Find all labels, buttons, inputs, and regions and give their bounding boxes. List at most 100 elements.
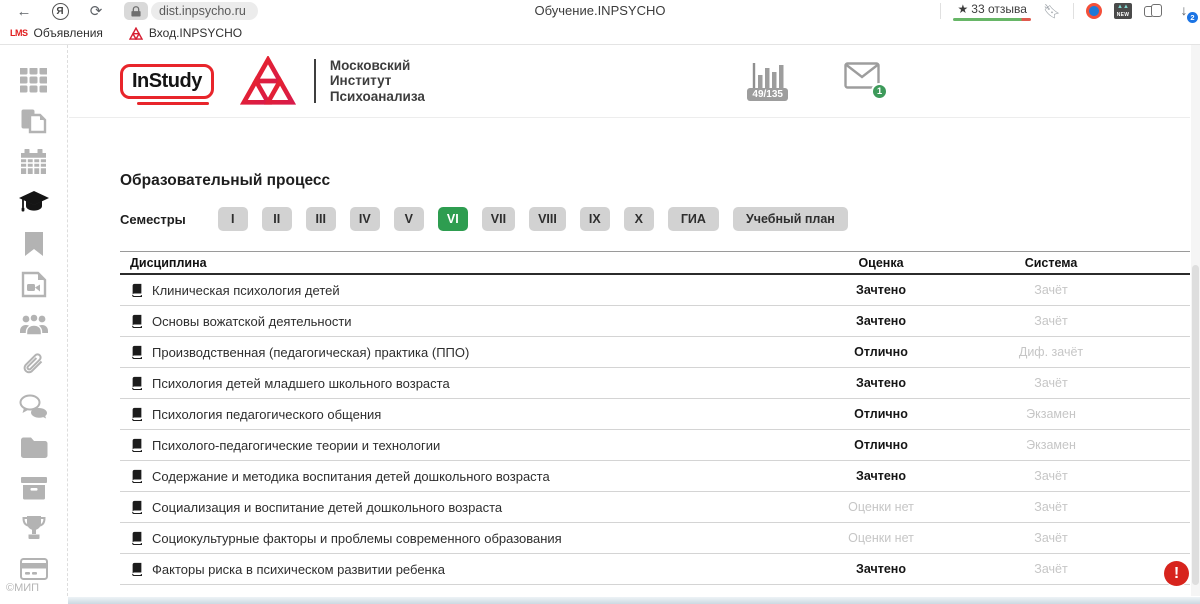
book-icon — [130, 562, 144, 576]
scrollbar-thumb[interactable] — [1192, 265, 1199, 585]
star-icon: ★ — [958, 2, 969, 16]
yandex-home-button[interactable]: Я — [49, 2, 71, 20]
table-row[interactable]: Социализация и воспитание детей дошкольн… — [120, 492, 1190, 523]
tab-semester-2[interactable]: II — [262, 207, 292, 231]
table-row[interactable]: Психология педагогического общения Отлич… — [120, 399, 1190, 430]
error-notification-badge[interactable]: ! — [1164, 561, 1189, 586]
book-icon — [130, 500, 144, 514]
mail-button[interactable]: 1 — [844, 62, 880, 94]
downloads-button[interactable]: ↓ 2 — [1174, 2, 1194, 20]
system-value: Зачёт — [956, 531, 1146, 545]
tab-semester-10[interactable]: X — [624, 207, 654, 231]
progress-stats[interactable]: 49/135 — [747, 62, 788, 101]
mail-count-badge: 1 — [871, 83, 888, 100]
tab-semester-9[interactable]: IX — [580, 207, 610, 231]
discipline-name: Факторы риска в психическом развитии реб… — [152, 562, 445, 577]
book-icon — [130, 438, 144, 452]
refresh-button[interactable]: ⟳ — [85, 2, 107, 20]
tab-semester-5[interactable]: V — [394, 207, 424, 231]
table-row[interactable]: Содержание и методика воспитания детей д… — [120, 461, 1190, 492]
table-row[interactable]: Социокультурные факторы и проблемы совре… — [120, 523, 1190, 554]
address-bar[interactable]: dist.inpsycho.ru — [124, 2, 258, 20]
tab-semester-4[interactable]: IV — [350, 207, 380, 231]
vertical-scrollbar[interactable] — [1191, 45, 1200, 596]
new-badge: NEW — [1114, 12, 1132, 18]
trophy-icon[interactable] — [18, 515, 50, 543]
grade-value: Оценки нет — [806, 531, 956, 545]
grade-value: Зачтено — [806, 469, 956, 483]
grade-value: Зачтено — [806, 376, 956, 390]
archive-icon[interactable] — [18, 474, 50, 502]
book-icon — [130, 283, 144, 297]
system-value: Зачёт — [956, 500, 1146, 514]
page-title: Образовательный процесс — [120, 172, 1190, 190]
discipline-name: Клиническая психология детей — [152, 283, 340, 298]
horizontal-scrollbar[interactable] — [68, 597, 1200, 604]
tab-semester-7[interactable]: VII — [482, 207, 515, 231]
attachment-icon[interactable] — [18, 352, 50, 380]
video-file-icon[interactable] — [18, 270, 50, 298]
system-value: Экзамен — [956, 438, 1146, 452]
tab-semester-8[interactable]: VIII — [529, 207, 566, 231]
grade-value: Зачтено — [806, 283, 956, 297]
instudy-logo[interactable]: InStudy — [120, 64, 214, 99]
tab-gia[interactable]: ГИА — [668, 207, 719, 231]
system-value: Зачёт — [956, 469, 1146, 483]
discipline-name: Основы вожатской деятельности — [152, 314, 352, 329]
reviews-count: 33 отзыва — [971, 2, 1027, 16]
bookmark-flag-icon[interactable]: 🔖︎ — [1043, 3, 1061, 20]
system-value: Зачёт — [956, 283, 1146, 297]
discipline-name: Социокультурные факторы и проблемы совре… — [152, 531, 562, 546]
extension-circle-icon[interactable] — [1086, 3, 1102, 19]
card-icon[interactable] — [18, 555, 50, 583]
bookmarks-bar: LMS Объявления Вход.INPSYCHO — [0, 22, 1200, 45]
documents-icon[interactable] — [18, 108, 50, 136]
col-grade: Оценка — [806, 256, 956, 270]
col-discipline: Дисциплина — [120, 256, 806, 270]
table-row[interactable]: Психология детей младшего школьного возр… — [120, 368, 1190, 399]
bookmark-icon[interactable] — [18, 230, 50, 258]
book-icon — [130, 314, 144, 328]
system-value: Зачёт — [956, 314, 1146, 328]
bookmark-inpsycho[interactable]: Вход.INPSYCHO — [129, 26, 242, 40]
table-row[interactable]: Основы вожатской деятельности Зачтено За… — [120, 306, 1190, 337]
chat-icon[interactable] — [18, 393, 50, 421]
tab-semester-1[interactable]: I — [218, 207, 248, 231]
folder-icon[interactable] — [18, 433, 50, 461]
tab-semester-3[interactable]: III — [306, 207, 336, 231]
tab-semester-6[interactable]: VI — [438, 207, 468, 231]
table-row[interactable]: Факторы риска в психическом развитии реб… — [120, 554, 1190, 585]
mip-favicon — [129, 27, 143, 40]
system-value: Экзамен — [956, 407, 1146, 421]
col-system: Система — [956, 256, 1146, 270]
grades-table: Дисциплина Оценка Система Клиническая пс… — [120, 251, 1190, 585]
users-icon[interactable] — [18, 311, 50, 339]
book-icon — [130, 407, 144, 421]
bar-chart-icon — [751, 62, 785, 90]
main-content: InStudy Московский Институт Психоанализа — [69, 45, 1190, 598]
calendar-icon[interactable] — [18, 148, 50, 176]
tab-curriculum[interactable]: Учебный план — [733, 207, 848, 231]
bookmark-lms[interactable]: LMS Объявления — [10, 26, 103, 40]
lock-icon — [124, 2, 148, 20]
grade-value: Отлично — [806, 345, 956, 359]
discipline-name: Психолого-педагогические теории и технол… — [152, 438, 440, 453]
table-row[interactable]: Психолого-педагогические теории и технол… — [120, 430, 1190, 461]
table-row[interactable]: Производственная (педагогическая) практи… — [120, 337, 1190, 368]
site-reviews-widget[interactable]: ★ 33 отзыва — [953, 2, 1031, 21]
mip-triangle-logo[interactable] — [240, 56, 296, 106]
table-row[interactable]: Клиническая психология детей Зачтено Зач… — [120, 275, 1190, 306]
system-value: Диф. зачёт — [956, 345, 1146, 359]
back-button[interactable]: ← — [13, 2, 35, 20]
side-panel-icon[interactable] — [1144, 4, 1162, 19]
book-icon — [130, 376, 144, 390]
sidebar-nav: ©МИП — [0, 45, 68, 596]
url-text: dist.inpsycho.ru — [151, 2, 258, 20]
book-icon — [130, 469, 144, 483]
semester-tabs: Семестры I II III IV V VI VII VIII IX X … — [120, 207, 1190, 231]
discipline-name: Содержание и методика воспитания детей д… — [152, 469, 550, 484]
extension-new-icon[interactable]: ▲▲ NEW — [1114, 3, 1132, 19]
discipline-name: Производственная (педагогическая) практи… — [152, 345, 469, 360]
dashboard-grid-icon[interactable] — [18, 67, 50, 95]
education-cap-icon[interactable] — [18, 189, 50, 217]
